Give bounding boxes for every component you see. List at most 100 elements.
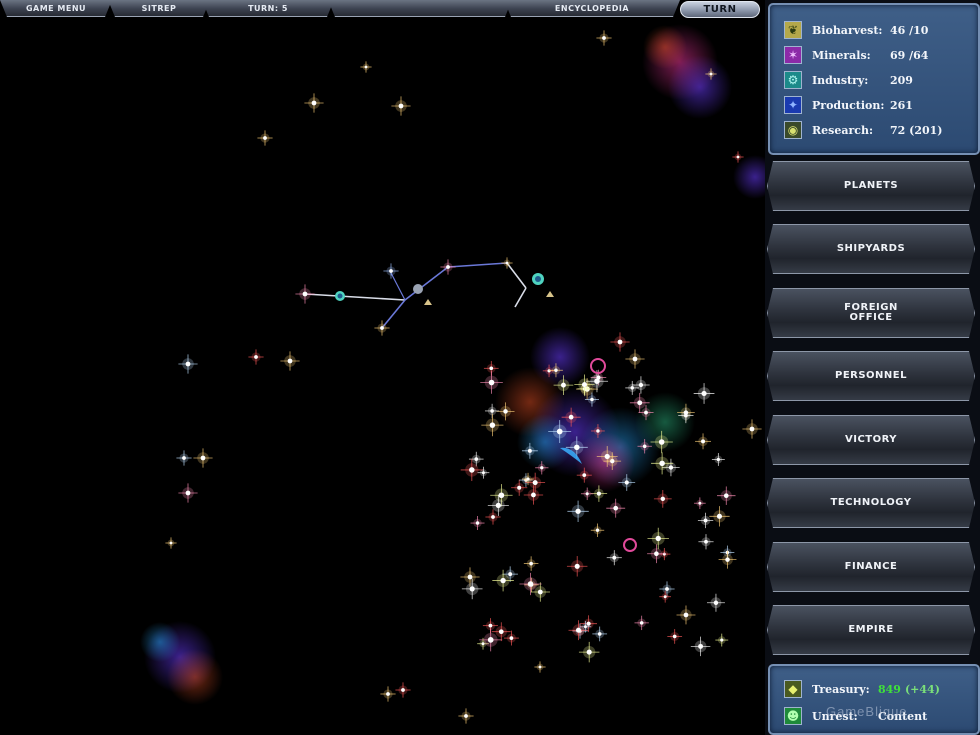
star-system[interactable] [477,466,490,479]
star-system[interactable] [461,578,483,600]
victory-button-label: VICTORY [844,434,897,445]
resource-row-industry: ⚙ Industry: 209 [784,70,974,90]
fleet-icon[interactable] [623,538,637,552]
star-system[interactable] [625,349,645,369]
star-system[interactable] [360,61,372,73]
planets-button-label: PLANETS [843,180,899,191]
shipyards-button[interactable]: SHIPYARDS [767,224,975,274]
star-system[interactable] [165,537,177,549]
nebula-layer [140,24,765,705]
star-system[interactable] [695,433,711,450]
bioharvest-label: Bioharvest: [812,23,883,37]
star-system[interactable] [606,498,626,518]
star-system[interactable] [178,483,198,503]
industry-label: Industry: [812,73,869,87]
star-system[interactable] [706,593,725,612]
star-field[interactable] [165,30,762,724]
star-system[interactable] [693,383,715,404]
technology-button-label: TECHNOLOGY [830,497,912,508]
star-system[interactable] [248,349,264,365]
star-system[interactable] [458,708,474,724]
star-system[interactable] [742,419,762,439]
empire-button[interactable]: EMPIRE [767,605,975,655]
star-system[interactable] [304,93,324,113]
star-system[interactable] [383,263,399,279]
star-system[interactable] [711,453,725,466]
star-system[interactable] [257,130,273,146]
star-system[interactable] [697,512,714,529]
star-system[interactable] [694,497,706,510]
star-system[interactable] [280,351,300,371]
star-system[interactable] [717,486,736,505]
star-system[interactable] [470,516,485,531]
production-value: 261 [890,98,913,112]
resource-summary: ❦ Bioharvest: 46 /10 ✶ Minerals: 69 /64 … [768,3,980,155]
resource-row-production: ✦ Production: 261 [784,95,974,115]
star-system[interactable] [647,527,669,550]
star-system[interactable] [653,489,672,508]
fleet-icon[interactable] [532,273,554,297]
resource-row-research: ◉ Research: 72 (201) [784,120,974,140]
production-icon: ✦ [784,96,802,114]
planets-button[interactable]: PLANETS [767,161,975,211]
star-system[interactable] [606,550,622,566]
galaxy-map[interactable] [0,17,765,735]
star-system[interactable] [709,506,730,527]
star-system[interactable] [391,96,411,116]
star-system[interactable] [578,641,600,663]
unrest-icon: ☻ [784,707,802,725]
fleet-icon[interactable] [335,291,345,301]
star-system[interactable] [718,550,737,569]
watermark-text: GameBlique [826,704,908,719]
personnel-button[interactable]: PERSONNEL [767,351,975,401]
star-system[interactable] [715,633,729,647]
turn-counter: TURN: 5 [202,0,334,17]
star-system[interactable] [566,556,588,577]
foreign-office-button[interactable]: FOREIGN OFFICE [767,288,975,338]
research-value: 72 (201) [890,123,943,137]
star-system[interactable] [178,354,198,374]
star-system[interactable] [596,30,612,46]
star-system[interactable] [676,605,696,625]
star-system[interactable] [610,332,630,352]
star-system[interactable] [395,682,411,698]
galaxy-map-canvas[interactable] [0,17,765,735]
fleet-icon[interactable] [590,358,606,374]
end-turn-button[interactable]: TURN [680,1,760,18]
star-system[interactable] [580,487,594,501]
star-system[interactable] [380,686,396,702]
sitrep-button[interactable]: SITREP [108,0,210,17]
research-label: Research: [812,123,874,137]
encyclopedia-button[interactable]: ENCYCLOPEDIA [504,0,680,17]
star-system[interactable] [647,544,666,564]
star-system[interactable] [592,626,608,642]
star-system[interactable] [440,259,456,275]
star-system[interactable] [634,615,649,631]
bioharvest-value: 46 /10 [890,23,929,37]
star-system[interactable] [460,458,483,482]
empire-button-label: EMPIRE [848,624,894,635]
star-system[interactable] [567,500,589,522]
star-system[interactable] [193,448,213,468]
minerals-label: Minerals: [812,48,871,62]
bioharvest-icon: ❦ [784,21,802,39]
star-system[interactable] [534,661,546,673]
star-system[interactable] [176,450,192,466]
star-system[interactable] [295,284,315,304]
star-system[interactable] [590,523,605,537]
resource-row-minerals: ✶ Minerals: 69 /64 [784,45,974,65]
victory-button[interactable]: VICTORY [767,415,975,465]
star-system[interactable] [698,534,714,550]
star-system[interactable] [523,556,539,571]
shipyards-button-label: SHIPYARDS [836,243,906,254]
fleet-icon[interactable] [413,284,432,305]
game-menu-button[interactable]: GAME MENU [0,0,112,17]
finance-button[interactable]: FINANCE [767,542,975,592]
command-panel: ❦ Bioharvest: 46 /10 ✶ Minerals: 69 /64 … [765,0,980,735]
empire-status: ◆ Treasury: 849 (+44) ☻ Unrest: Content [768,664,980,735]
treasury-icon: ◆ [784,680,802,698]
star-system[interactable] [690,636,711,657]
technology-button[interactable]: TECHNOLOGY [767,478,975,528]
treasury-label: Treasury: [812,682,870,696]
star-system[interactable] [667,629,683,644]
